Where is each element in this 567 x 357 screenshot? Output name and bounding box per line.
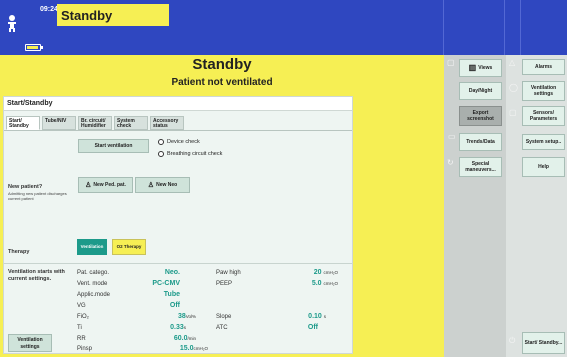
neonate-icon: ♙ xyxy=(147,182,155,189)
trends-data-button[interactable]: Trends/Data xyxy=(459,133,502,151)
tab-tube-niv[interactable]: Tube/NIV xyxy=(42,116,76,130)
param-label: Slope xyxy=(216,314,232,320)
section-divider xyxy=(4,263,352,264)
views-icon: ▥ xyxy=(468,63,477,72)
new-ped-patient-button[interactable]: ♙ New Ped. pat. xyxy=(78,177,133,193)
radio-icon xyxy=(158,151,164,157)
param-value[interactable]: 15.0cmH₂O xyxy=(124,345,208,352)
tab-system-check[interactable]: System check xyxy=(114,116,148,130)
param-value[interactable]: 38Vol% xyxy=(124,313,196,320)
special-side-icon: ↻ xyxy=(447,158,454,167)
therapy-ventilation-button[interactable]: Ventilation xyxy=(77,239,107,255)
param-value[interactable]: 0.10 s xyxy=(274,313,326,320)
param-label: Pat. catego. xyxy=(77,270,110,276)
param-label: Ti xyxy=(77,325,82,331)
topbar-divider xyxy=(520,0,521,55)
therapy-label: Therapy xyxy=(8,249,30,255)
starts-with-label: Ventilation starts with current settings… xyxy=(8,269,65,282)
views-side-icon: ▢ xyxy=(447,58,455,67)
start-standby-panel: Start/Standby Start/ Standby Tube/NIV Br… xyxy=(3,96,353,354)
param-value[interactable]: 0.33s xyxy=(124,324,186,331)
breathing-circuit-check-option[interactable]: Breathing circuit check xyxy=(158,151,222,157)
param-label: VG xyxy=(77,303,86,309)
param-value[interactable]: 5.0 cmH₂O xyxy=(274,280,338,287)
param-value[interactable]: 20 cmH₂O xyxy=(274,269,338,276)
alarms-button[interactable]: Alarms xyxy=(522,59,565,75)
day-night-button[interactable]: Day/Night xyxy=(459,82,502,100)
param-value[interactable]: Neo. xyxy=(124,269,180,276)
param-value[interactable]: Tube xyxy=(124,291,180,298)
new-patient-label: New patient? xyxy=(8,184,43,190)
param-value[interactable]: PC-CMV xyxy=(124,280,180,287)
new-patient-hint: Admitting new patient discharges current… xyxy=(8,191,67,201)
device-check-option[interactable]: Device check xyxy=(158,139,200,145)
topbar-divider xyxy=(504,0,505,55)
param-label: Pinsp xyxy=(77,346,93,352)
param-value[interactable]: Off xyxy=(124,302,180,309)
alarm-side-icon: △ xyxy=(509,58,516,67)
special-maneuvers-button[interactable]: Special maneuvers... xyxy=(459,157,502,177)
param-label: PEEP xyxy=(216,281,233,287)
patient-neonate-icon[interactable] xyxy=(6,14,18,32)
banner-title: Standby xyxy=(192,56,252,73)
sensors-parameters-button[interactable]: Sensors/ Parameters xyxy=(522,106,565,126)
radio-icon xyxy=(158,139,164,145)
param-value[interactable]: 60.0/min xyxy=(124,335,196,342)
param-label: FiO₂ xyxy=(77,314,89,320)
views-button[interactable]: ▥ Views xyxy=(459,59,502,77)
trends-side-icon: ▭ xyxy=(448,132,456,141)
status-indicator: Standby xyxy=(57,4,169,26)
topbar-divider xyxy=(443,0,444,55)
param-label: Paw high xyxy=(216,270,241,276)
ventilation-settings-button[interactable]: Ventilation settings xyxy=(8,334,52,352)
battery-icon xyxy=(25,44,43,51)
export-screenshot-button[interactable]: Export screenshot xyxy=(459,106,502,126)
start-ventilation-button[interactable]: Start ventilation xyxy=(78,139,149,153)
tab-divider xyxy=(4,130,352,131)
system-setup-button[interactable]: System setup.. xyxy=(522,134,565,150)
help-button[interactable]: Help xyxy=(522,157,565,177)
param-label: ATC xyxy=(216,325,228,331)
patient-icon: ♙ xyxy=(85,182,92,189)
param-label: Applic.mode xyxy=(77,292,111,298)
sensors-side-icon: ▢ xyxy=(509,108,517,117)
banner-subtitle: Patient not ventilated xyxy=(171,77,273,88)
sidebar-middle: ▢ ▥ Views Day/Night Export screenshot ▭ … xyxy=(444,55,506,357)
param-label: Vent. mode xyxy=(77,281,108,287)
panel-title: Start/Standby xyxy=(4,97,352,111)
param-value[interactable]: Off xyxy=(274,324,318,331)
tab-breathing-circuit[interactable]: Br. circuit/ Humidifier xyxy=(78,116,112,130)
tab-accessory-status[interactable]: Accessory status xyxy=(150,116,184,130)
param-label: RR xyxy=(77,336,86,342)
power-icon: ⏻ xyxy=(509,336,516,345)
therapy-o2-button[interactable]: O2 Therapy xyxy=(112,239,146,255)
start-standby-button[interactable]: Start/ Standby... xyxy=(522,332,565,354)
top-bar: 09:24:14 Standby xyxy=(0,0,567,55)
ventilation-settings-side-button[interactable]: Ventilation settings xyxy=(522,81,565,101)
tab-start-standby[interactable]: Start/ Standby xyxy=(6,116,40,130)
new-neo-patient-button[interactable]: ♙ New Neo xyxy=(135,177,190,193)
settings-side-icon: ◯ xyxy=(509,83,518,92)
sidebar-right: △ Alarms ◯ Ventilation settings ▢ Sensor… xyxy=(506,55,567,357)
